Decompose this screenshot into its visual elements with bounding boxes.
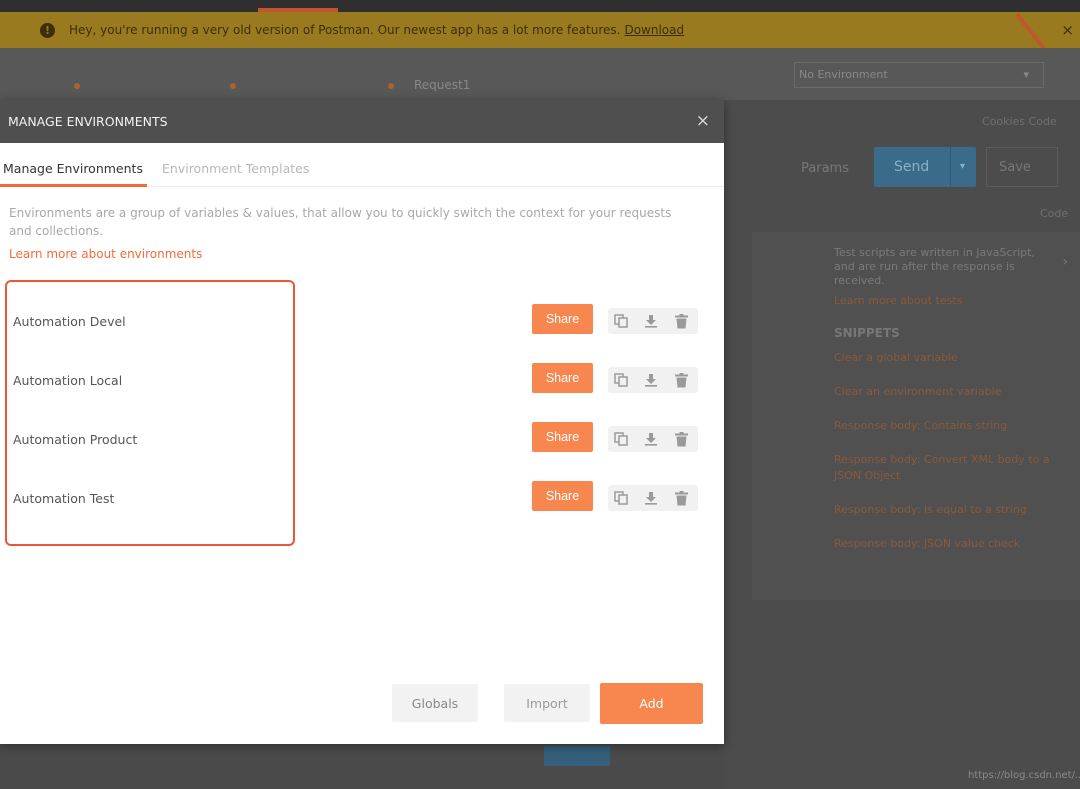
import-button[interactable]: Import xyxy=(504,684,590,722)
close-icon[interactable]: × xyxy=(696,111,710,131)
snippet-link[interactable]: Clear an environment variable xyxy=(834,384,1066,400)
snippet-link[interactable]: Clear a global variable xyxy=(834,350,1066,366)
request-tab-label: Request1 xyxy=(414,78,471,92)
modal-title: MANAGE ENVIRONMENTS xyxy=(8,114,168,129)
code-link[interactable]: Code xyxy=(1040,207,1068,220)
download-icon[interactable] xyxy=(640,367,662,393)
environment-select[interactable]: No Environment ▾ xyxy=(794,62,1044,88)
download-icon[interactable] xyxy=(640,485,662,511)
update-banner: ! Hey, you're running a very old version… xyxy=(0,12,1080,48)
environment-bar: No Environment ▾ xyxy=(780,48,1080,100)
environment-row: Automation Product Share xyxy=(0,420,724,460)
share-button[interactable]: Share xyxy=(532,304,593,334)
environment-row: Automation Test Share xyxy=(0,479,724,519)
snippet-link[interactable]: Response body: Contains string xyxy=(834,418,1066,434)
tab-dot-icon xyxy=(388,82,394,89)
download-icon[interactable] xyxy=(640,308,662,334)
row-actions xyxy=(608,426,698,452)
params-button[interactable]: Params xyxy=(801,161,849,176)
tests-learn-more-link[interactable]: Learn more about tests xyxy=(834,294,962,307)
duplicate-icon[interactable] xyxy=(610,426,632,452)
top-strip xyxy=(0,0,1080,12)
modal-header: MANAGE ENVIRONMENTS × xyxy=(0,100,724,143)
duplicate-icon[interactable] xyxy=(610,367,632,393)
banner-download-link[interactable]: Download xyxy=(624,23,684,37)
banner-close-icon[interactable]: × xyxy=(1061,21,1074,39)
environment-select-value: No Environment xyxy=(799,68,888,81)
learn-more-link[interactable]: Learn more about environments xyxy=(9,247,202,261)
share-button[interactable]: Share xyxy=(532,363,593,393)
save-button[interactable]: Save xyxy=(986,147,1058,187)
tests-description: Test scripts are written in JavaScript, … xyxy=(834,246,1035,287)
tab-dot-icon xyxy=(74,82,80,89)
watermark: https://blog.csdn.net/... xyxy=(968,770,1080,781)
tab-environment-templates[interactable]: Environment Templates xyxy=(162,161,309,176)
environment-name[interactable]: Automation Product xyxy=(13,432,137,447)
send-button[interactable]: Send ▾ xyxy=(874,147,976,187)
request-tab[interactable] xyxy=(74,78,100,92)
download-icon[interactable] xyxy=(640,426,662,452)
request-tab[interactable]: Request1 xyxy=(388,78,470,92)
environment-name[interactable]: Automation Test xyxy=(13,491,114,506)
chevron-down-icon[interactable]: ▾ xyxy=(950,147,976,187)
snippet-link[interactable]: Response body: JSON value check xyxy=(834,536,1066,552)
banner-text: Hey, you're running a very old version o… xyxy=(69,23,621,37)
trash-icon[interactable] xyxy=(670,426,692,452)
globals-button[interactable]: Globals xyxy=(392,684,478,722)
active-tab-indicator xyxy=(0,184,147,187)
request-tabs: Request1 xyxy=(0,48,780,100)
chevron-right-icon[interactable]: › xyxy=(1062,254,1068,270)
environments-description: Environments are a group of variables & … xyxy=(9,206,672,238)
warning-icon: ! xyxy=(40,22,55,38)
bottom-button[interactable] xyxy=(544,746,610,766)
request-tab[interactable] xyxy=(230,78,256,92)
environment-row: Automation Local Share xyxy=(0,361,724,401)
manage-environments-modal: MANAGE ENVIRONMENTS × Manage Environment… xyxy=(0,100,724,744)
duplicate-icon[interactable] xyxy=(610,485,632,511)
snippet-link[interactable]: Response body: Convert XML body to a JSO… xyxy=(834,452,1066,484)
row-actions xyxy=(608,308,698,334)
cookies-link[interactable]: Cookies Code xyxy=(982,115,1057,128)
snippet-link[interactable]: Response body: Is equal to a string xyxy=(834,502,1066,518)
snippets-heading: SNIPPETS xyxy=(834,326,900,340)
row-actions xyxy=(608,367,698,393)
modal-tabs: Manage Environments Environment Template… xyxy=(0,143,724,187)
tests-panel: Test scripts are written in JavaScript, … xyxy=(752,232,1080,600)
chevron-down-icon: ▾ xyxy=(1023,68,1029,81)
add-button[interactable]: Add xyxy=(600,683,703,724)
duplicate-icon[interactable] xyxy=(610,308,632,334)
trash-icon[interactable] xyxy=(670,485,692,511)
environment-row: Automation Devel Share xyxy=(0,302,724,342)
environment-name[interactable]: Automation Devel xyxy=(13,314,126,329)
send-label: Send xyxy=(894,159,930,175)
share-button[interactable]: Share xyxy=(532,422,593,452)
environment-name[interactable]: Automation Local xyxy=(13,373,122,388)
share-button[interactable]: Share xyxy=(532,481,593,511)
tab-manage-environments[interactable]: Manage Environments xyxy=(3,161,143,176)
row-actions xyxy=(608,485,698,511)
trash-icon[interactable] xyxy=(670,308,692,334)
trash-icon[interactable] xyxy=(670,367,692,393)
tab-dot-icon xyxy=(230,82,236,89)
